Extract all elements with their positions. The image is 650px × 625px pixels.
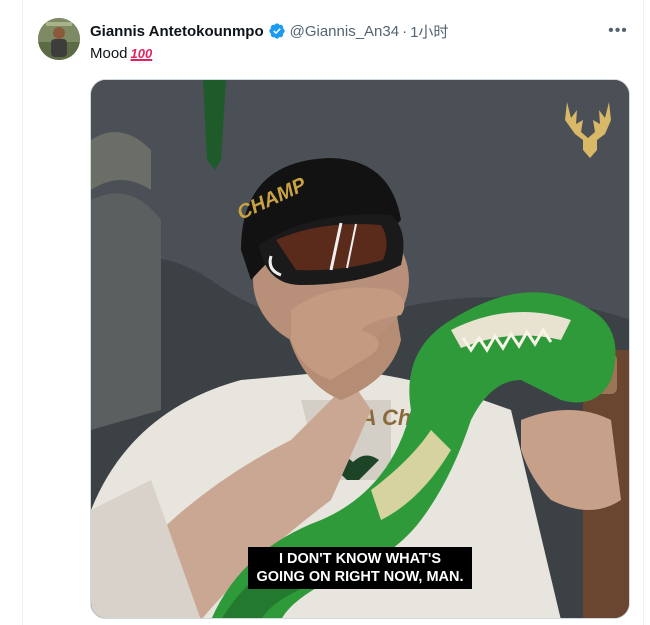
- separator-dot: ·: [402, 22, 408, 40]
- avatar[interactable]: [38, 18, 80, 60]
- tweet[interactable]: Giannis Antetokounmpo @Giannis_An34 · 1小…: [22, 0, 643, 625]
- caption-line-1: I DON'T KNOW WHAT'S: [278, 551, 442, 567]
- tweet-text-body: Mood: [90, 45, 128, 62]
- tweet-header: Giannis Antetokounmpo @Giannis_An34 · 1小…: [90, 21, 448, 41]
- hundred-points-emoji-icon: 100: [130, 46, 153, 61]
- more-options-icon[interactable]: •••: [606, 20, 630, 42]
- video-caption: I DON'T KNOW WHAT'S GOING ON RIGHT NOW, …: [248, 547, 472, 589]
- timeline-border-right: [643, 0, 644, 625]
- author-handle[interactable]: @Giannis_An34: [290, 23, 399, 40]
- author-name[interactable]: Giannis Antetokounmpo: [90, 23, 264, 40]
- timestamp[interactable]: 1小时: [410, 21, 448, 42]
- tweet-media-video[interactable]: NBA Champs CHAMP I DON'T KNOW WHAT'S GOI…: [90, 79, 630, 619]
- caption-line-2: GOING ON RIGHT NOW, MAN.: [256, 569, 464, 585]
- tweet-text: Mood 100: [90, 45, 152, 62]
- verified-badge-icon: [268, 22, 286, 40]
